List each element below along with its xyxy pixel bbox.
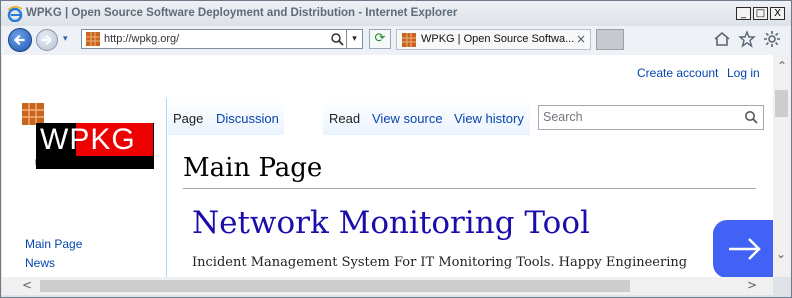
tab-title: WPKG | Open Source Softwa... [421, 33, 575, 45]
window-title: WPKG | Open Source Software Deployment a… [26, 7, 458, 19]
browser-window: WPKG | Open Source Software Deployment a… [0, 0, 792, 298]
address-text: http://wpkg.org/ [104, 33, 180, 45]
wpkg-logo[interactable]: WPKG [40, 123, 136, 157]
home-icon[interactable] [713, 30, 731, 48]
scroll-down-icon[interactable]: ⌄ [776, 247, 786, 261]
page-title: Main Page [183, 153, 323, 183]
arrow-right-icon [729, 238, 761, 260]
horizontal-scroll-thumb[interactable] [40, 280, 630, 292]
tab-read[interactable]: Read [329, 111, 360, 126]
scroll-left-icon[interactable]: < [22, 278, 32, 292]
settings-gear-icon[interactable] [763, 30, 781, 48]
internet-explorer-icon [7, 6, 23, 22]
navigation-bar: ▾ http://wpkg.org/ ▾ ⟳ WPKG | Open Sourc… [1, 26, 791, 55]
scroll-up-icon[interactable]: ⌃ [777, 59, 787, 73]
tab-page[interactable]: Page [173, 111, 203, 126]
search-icon[interactable] [330, 32, 344, 46]
sidebar-item-main-page[interactable]: Main Page [25, 237, 82, 251]
sidebar-divider [166, 98, 167, 277]
maximize-button[interactable]: □ [753, 7, 768, 20]
browser-tab[interactable]: WPKG | Open Source Softwa... × [396, 29, 591, 50]
ad-arrow-button[interactable] [713, 220, 773, 277]
ad-description: Incident Management System For IT Monito… [192, 255, 688, 270]
page-content: WPKG Easy Software Deployment Main Page … [2, 55, 773, 277]
logo-tagline: Easy Software Deployment [35, 158, 132, 167]
address-dropdown-button[interactable]: ▾ [346, 29, 363, 49]
wpkg-favicon-icon [402, 33, 416, 47]
heading-divider [183, 188, 756, 189]
search-input[interactable]: Search [538, 105, 764, 130]
create-account-link[interactable]: Create account [637, 66, 718, 80]
tab-discussion[interactable]: Discussion [216, 111, 279, 126]
back-button[interactable] [8, 28, 32, 52]
favorites-star-icon[interactable] [738, 30, 756, 48]
tab-view-source[interactable]: View source [372, 111, 443, 126]
close-button[interactable]: X [770, 7, 785, 20]
vertical-scroll-thumb[interactable] [775, 90, 788, 117]
tab-view-history[interactable]: View history [454, 111, 524, 126]
new-tab-button[interactable] [596, 29, 624, 50]
minimize-button[interactable]: _ [736, 7, 751, 20]
search-placeholder: Search [543, 110, 583, 124]
horizontal-scrollbar[interactable]: < > [2, 277, 773, 295]
ad-title-link[interactable]: Network Monitoring Tool [192, 205, 590, 241]
wpkg-favicon-icon [86, 32, 100, 46]
history-dropdown-icon[interactable]: ▾ [63, 34, 68, 44]
title-bar: WPKG | Open Source Software Deployment a… [1, 1, 791, 26]
scroll-right-icon[interactable]: > [747, 278, 757, 292]
sidebar: WPKG Easy Software Deployment Main Page … [2, 55, 166, 277]
arrow-right-icon [41, 35, 53, 45]
wpkg-logo-squares-icon [22, 103, 44, 125]
refresh-button[interactable]: ⟳ [369, 29, 391, 49]
login-link[interactable]: Log in [727, 66, 760, 80]
vertical-scrollbar[interactable]: ⌃ ⌄ [773, 55, 791, 277]
sidebar-item-news[interactable]: News [25, 256, 55, 270]
tab-close-icon[interactable]: × [576, 32, 586, 46]
search-icon[interactable] [744, 110, 758, 124]
forward-button[interactable] [36, 29, 58, 51]
arrow-left-icon [13, 35, 25, 45]
address-bar[interactable]: http://wpkg.org/ [81, 29, 349, 49]
